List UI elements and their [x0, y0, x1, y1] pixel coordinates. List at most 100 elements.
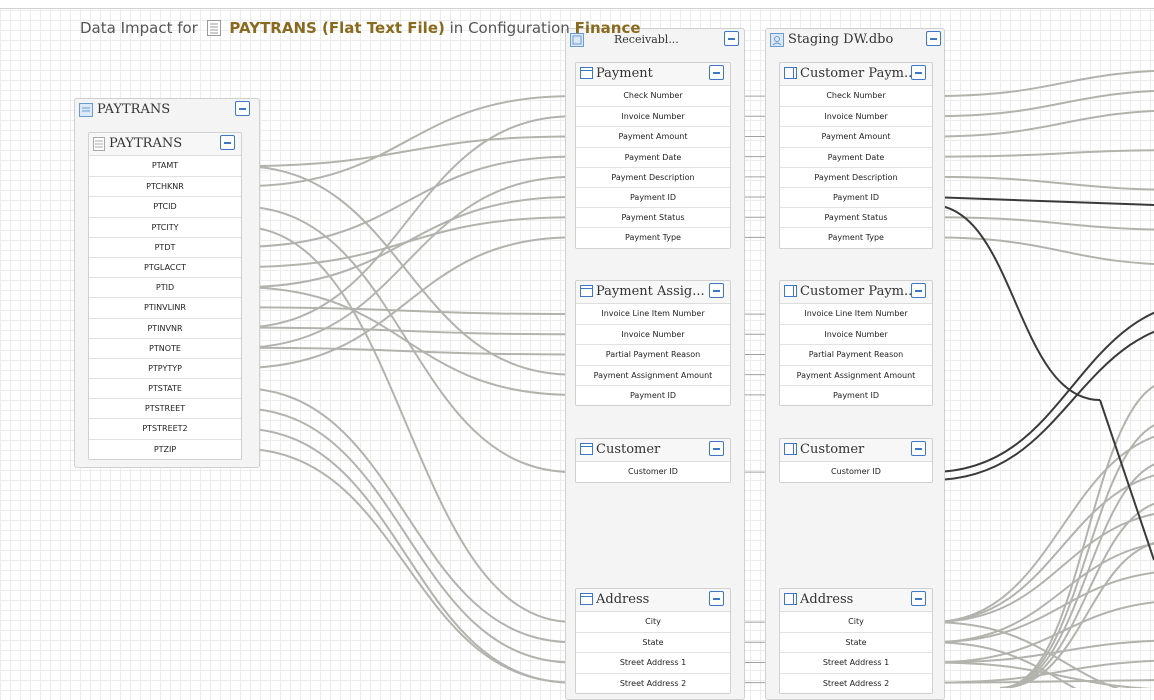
field-row[interactable]: Payment Assignment Amount	[576, 364, 730, 385]
source-group-label: PAYTRANS	[97, 102, 171, 117]
field-row[interactable]: Invoice Number	[576, 324, 730, 344]
source-table: PAYTRANS PTAMT PTCHKNR PTCID PTCITY PTDT PTGL…	[88, 132, 242, 460]
field-row[interactable]: Payment Description	[780, 166, 932, 187]
table-label: Customer Paym...	[800, 284, 917, 299]
table-label: Customer Paym...	[800, 66, 917, 81]
field-row[interactable]: Payment Description	[576, 166, 730, 187]
collapse-button[interactable]	[235, 101, 250, 116]
field-row[interactable]: PTNOTE	[89, 337, 241, 358]
lineage-line	[930, 175, 1154, 191]
table-label: Customer	[800, 442, 865, 457]
field-row[interactable]: PTCID	[89, 196, 241, 216]
field-row[interactable]: City	[780, 612, 932, 632]
field-row[interactable]: PTZIP	[89, 438, 241, 459]
field-row[interactable]: PTID	[89, 277, 241, 297]
field-row[interactable]: Customer ID	[780, 462, 932, 482]
title-object[interactable]: PAYTRANS (Flat Text File)	[229, 19, 444, 37]
table-label: Payment Assig...	[596, 284, 705, 299]
field-row[interactable]: Payment ID	[576, 186, 730, 207]
collapse-button[interactable]	[709, 283, 724, 298]
field-row[interactable]: Payment Date	[780, 146, 932, 167]
collapse-button[interactable]	[911, 591, 926, 606]
table-icon	[784, 443, 797, 459]
collapse-button[interactable]	[926, 31, 941, 46]
field-row[interactable]: Payment ID	[780, 384, 932, 405]
table-fields: Check Number Invoice Number Payment Amount…	[576, 86, 730, 248]
field-row[interactable]: PTAMT	[89, 156, 241, 176]
field-row[interactable]: Payment ID	[576, 384, 730, 405]
collapse-button[interactable]	[724, 31, 739, 46]
lineage-line	[239, 165, 574, 376]
lineage-line	[239, 115, 574, 329]
field-row[interactable]: PTCHKNR	[89, 176, 241, 196]
staging-group-label: Staging DW.dbo	[788, 32, 894, 47]
field-row[interactable]: PTSTATE	[89, 378, 241, 398]
field-row[interactable]: Invoice Line Item Number	[780, 304, 932, 324]
field-row[interactable]: Street Address 2	[576, 672, 730, 693]
field-row[interactable]: Invoice Number	[576, 106, 730, 126]
field-row[interactable]: Check Number	[576, 86, 730, 106]
lineage-line	[930, 236, 1154, 266]
lineage-line	[930, 601, 1154, 664]
field-row[interactable]: Street Address 1	[780, 652, 932, 672]
field-row[interactable]: Invoice Line Item Number	[576, 304, 730, 324]
field-row[interactable]: PTCITY	[89, 216, 241, 237]
title-config[interactable]: Finance	[575, 19, 641, 37]
title-mid: in Configuration	[449, 19, 570, 37]
field-row[interactable]: Payment Date	[576, 146, 730, 167]
field-row[interactable]: Check Number	[780, 86, 932, 106]
field-row[interactable]: Payment ID	[780, 186, 932, 207]
field-row[interactable]: State	[576, 632, 730, 652]
collapse-button[interactable]	[911, 65, 926, 80]
collapse-button[interactable]	[911, 283, 926, 298]
field-row[interactable]: Invoice Number	[780, 106, 932, 126]
collapse-button[interactable]	[709, 65, 724, 80]
lineage-line	[239, 346, 574, 356]
table-fields: Check Number Invoice Number Payment Amount…	[780, 86, 932, 248]
field-row[interactable]: Partial Payment Reason	[780, 344, 932, 364]
payment-table: Payment Check Number Invoice Number Paymen…	[575, 62, 731, 249]
field-row[interactable]: Partial Payment Reason	[576, 344, 730, 364]
field-row[interactable]: PTPYTYP	[89, 357, 241, 378]
address-table: Address City State Street Address 1 Street …	[575, 588, 731, 694]
field-row[interactable]: PTINVLINR	[89, 297, 241, 317]
payment-assignment-table-header: Payment Assig...	[576, 281, 730, 304]
field-row[interactable]: Payment Status	[576, 207, 730, 227]
title-prefix: Data Impact for	[80, 19, 198, 37]
field-row[interactable]: PTSTREET	[89, 398, 241, 418]
field-row[interactable]: Payment Amount	[780, 126, 932, 146]
lineage-line	[239, 205, 574, 474]
field-row[interactable]: Payment Type	[576, 227, 730, 247]
collapse-button[interactable]	[709, 441, 724, 456]
field-row[interactable]: PTDT	[89, 236, 241, 257]
lineage-line	[930, 196, 1154, 207]
collapse-button[interactable]	[911, 441, 926, 456]
field-row[interactable]: Payment Type	[780, 227, 932, 247]
field-row[interactable]: PTINVNR	[89, 317, 241, 338]
payment-table-header: Payment	[576, 63, 730, 86]
flat-file-icon	[206, 20, 221, 40]
collapse-button[interactable]	[709, 591, 724, 606]
payment-assignment-table: Payment Assig... Invoice Line Item Numbe…	[575, 280, 731, 406]
field-row[interactable]: Street Address 2	[780, 672, 932, 693]
field-row[interactable]: Customer ID	[576, 462, 730, 482]
lineage-line	[239, 326, 574, 336]
field-row[interactable]: Invoice Number	[780, 324, 932, 344]
field-row[interactable]: PTGLACCT	[89, 256, 241, 277]
field-row[interactable]: Payment Status	[780, 207, 932, 227]
lineage-line	[930, 216, 1154, 231]
customer-payment-table: Customer Paym... Check Number Invoice Num…	[779, 62, 933, 249]
field-row[interactable]: Payment Amount	[576, 126, 730, 146]
field-row[interactable]: Street Address 1	[576, 652, 730, 672]
table-label: Customer	[596, 442, 661, 457]
field-row[interactable]: PTSTREET2	[89, 418, 241, 438]
collapse-button[interactable]	[220, 135, 235, 150]
database-icon	[770, 33, 784, 51]
lineage-line	[239, 155, 574, 248]
field-row[interactable]: State	[780, 632, 932, 652]
page-title: Data Impact for PAYTRANS (Flat Text File…	[80, 19, 641, 40]
field-row[interactable]: City	[576, 612, 730, 632]
customer-payment-assignment-table: Customer Paym... Invoice Line Item Numbe…	[779, 280, 933, 406]
staging-address-table-header: Address	[780, 589, 932, 612]
field-row[interactable]: Payment Assignment Amount	[780, 364, 932, 385]
